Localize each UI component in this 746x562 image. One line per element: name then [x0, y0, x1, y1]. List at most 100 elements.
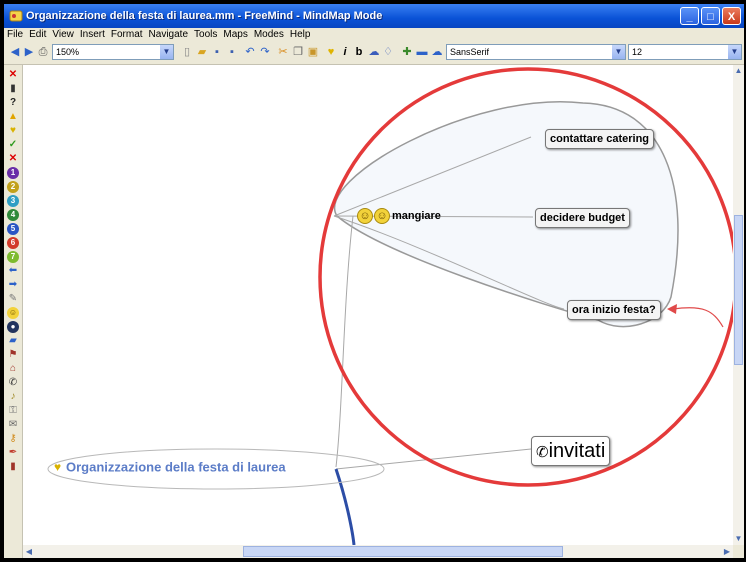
node-contattare-catering[interactable]: contattare catering [545, 129, 655, 149]
font-family-value: SansSerif [450, 47, 490, 57]
print-icon[interactable]: ⎙ [36, 45, 50, 59]
bold-icon[interactable]: b [352, 45, 366, 59]
menu-navigate[interactable]: Navigate [146, 28, 191, 42]
menu-tools[interactable]: Tools [191, 28, 220, 42]
main-toolbar: ◀ ▶ ⎙ 150% ▼ ▯ ▰ ▪ ▪ ↶ ↷ ✂ ❐ ▣ ♥ i b ☁ ♢ … [4, 42, 744, 65]
node-invitati[interactable]: ✆invitati [531, 436, 611, 466]
save-icon[interactable]: ▪ [210, 45, 224, 59]
pencil-icon[interactable]: ✎ [7, 293, 19, 305]
mindmap-canvas[interactable]: contattare catering decidere budget ora … [23, 65, 733, 545]
font-size-value: 12 [632, 47, 643, 57]
cancel-icon[interactable]: ✕ [7, 153, 19, 165]
scroll-left-icon[interactable]: ◀ [23, 545, 35, 558]
vertical-scroll-thumb[interactable] [734, 215, 743, 365]
freemind-window: Organizzazione della festa di laurea.mm … [4, 4, 744, 558]
edge-root-mangiare [335, 215, 354, 468]
priority-4-icon[interactable]: 4 [7, 209, 19, 221]
link-arrowhead [667, 304, 677, 314]
node-decidere-budget[interactable]: decidere budget [535, 208, 630, 228]
close-button[interactable]: X [722, 7, 741, 25]
home-icon[interactable]: ⌂ [7, 363, 19, 375]
open-icon[interactable]: ▰ [195, 45, 209, 59]
menu-modes[interactable]: Modes [251, 28, 287, 42]
flag-icon[interactable]: ⚑ [7, 349, 19, 361]
window-title: Organizzazione della festa di laurea.mm … [26, 10, 383, 22]
paste-icon[interactable]: ▣ [306, 45, 320, 59]
italic-icon[interactable]: i [338, 45, 352, 59]
cloud-icon[interactable]: ☁ [367, 45, 381, 59]
back-icon[interactable]: ◀ [8, 45, 22, 59]
chevron-down-icon: ▼ [728, 45, 741, 59]
link-arrow [672, 307, 724, 328]
zoom-select[interactable]: 150% ▼ [52, 44, 174, 60]
mail-icon[interactable]: ✉ [7, 419, 19, 431]
phone-icon: ✆ [536, 444, 549, 461]
remove-icon[interactable]: ✕ [7, 69, 19, 81]
node-ora-inizio-festa[interactable]: ora inizio festa? [567, 300, 661, 320]
node-root-label: Organizzazione della festa di laurea [66, 459, 286, 475]
warning-icon[interactable]: ▲ [7, 111, 19, 123]
priority-3-icon[interactable]: 3 [7, 195, 19, 207]
scroll-down-icon[interactable]: ▼ [733, 533, 744, 545]
font-family-select[interactable]: SansSerif ▼ [446, 44, 626, 60]
pen-icon[interactable]: ✒ [7, 447, 19, 459]
copy-icon[interactable]: ❐ [291, 45, 305, 59]
chevron-down-icon: ▼ [160, 45, 173, 59]
chevron-down-icon: ▼ [612, 45, 625, 59]
vertical-scrollbar[interactable]: ▲ ▼ [733, 65, 744, 545]
ok-icon[interactable]: ✓ [7, 139, 19, 151]
node-mangiare-label: mangiare [392, 209, 441, 222]
undo-icon[interactable]: ↶ [243, 45, 257, 59]
priority-5-icon[interactable]: 5 [7, 223, 19, 235]
new-map-icon[interactable]: ▯ [180, 45, 194, 59]
node-invitati-label: invitati [548, 440, 606, 462]
stop-icon[interactable]: ▮ [7, 461, 19, 473]
smiley-icon[interactable]: ☺ [7, 307, 19, 319]
idea-bulb-icon[interactable]: ♥ [324, 45, 338, 59]
menu-help[interactable]: Help [287, 28, 314, 42]
scroll-corner [733, 545, 744, 558]
priority-1-icon[interactable]: 1 [7, 167, 19, 179]
horizontal-scrollbar[interactable]: ◀ ▶ [23, 545, 733, 558]
node-root[interactable]: ♥ Organizzazione della festa di laurea [54, 458, 286, 476]
node-mangiare[interactable]: ☺ ☺ mangiare [357, 207, 441, 225]
scroll-right-icon[interactable]: ▶ [721, 545, 733, 558]
icon-toolbar: ✕ ▮ ? ▲ ♥ ✓ ✕ 1 2 3 4 5 6 7 ⬅ ➡ ✎ ☺ ● ▰ … [4, 65, 23, 558]
save-as-icon[interactable]: ▪ [225, 45, 239, 59]
priority-2-icon[interactable]: 2 [7, 181, 19, 193]
menu-insert[interactable]: Insert [77, 28, 108, 42]
menu-maps[interactable]: Maps [220, 28, 250, 42]
idea-icon[interactable]: ♥ [7, 125, 19, 137]
zoom-value: 150% [56, 47, 80, 57]
minimize-button[interactable]: _ [680, 7, 699, 25]
menu-edit[interactable]: Edit [26, 28, 49, 42]
scroll-up-icon[interactable]: ▲ [733, 65, 744, 77]
music-icon[interactable]: ♪ [7, 391, 19, 403]
maximize-button[interactable]: □ [701, 7, 720, 25]
forward-icon[interactable]: ▶ [22, 45, 36, 59]
node-color-icon[interactable]: ✚ [400, 45, 414, 59]
book-icon[interactable]: ▰ [7, 335, 19, 347]
priority-7-icon[interactable]: 7 [7, 251, 19, 263]
bomb-icon[interactable]: ● [7, 321, 19, 333]
edge-color-icon[interactable]: ▬ [415, 45, 429, 59]
freemind-app-icon [9, 10, 23, 22]
note-icon[interactable]: ♢ [381, 45, 395, 59]
key-icon[interactable]: ⚷ [7, 433, 19, 445]
priority-6-icon[interactable]: 6 [7, 237, 19, 249]
redo-icon[interactable]: ↷ [258, 45, 272, 59]
menu-view[interactable]: View [49, 28, 77, 42]
question-icon[interactable]: ? [7, 97, 19, 109]
menu-file[interactable]: File [4, 28, 26, 42]
arrow-left-icon[interactable]: ⬅ [7, 265, 19, 277]
trash-icon[interactable]: ▮ [7, 83, 19, 95]
horizontal-scroll-thumb[interactable] [243, 546, 563, 557]
menu-format[interactable]: Format [108, 28, 146, 42]
cut-icon[interactable]: ✂ [276, 45, 290, 59]
password-icon[interactable]: ⚿ [7, 405, 19, 417]
font-size-select[interactable]: 12 ▼ [628, 44, 742, 60]
phone-icon[interactable]: ✆ [7, 377, 19, 389]
cloud-color-icon[interactable]: ☁ [430, 45, 444, 59]
smiley-icon: ☺ [357, 207, 373, 224]
arrow-right-icon[interactable]: ➡ [7, 279, 19, 291]
